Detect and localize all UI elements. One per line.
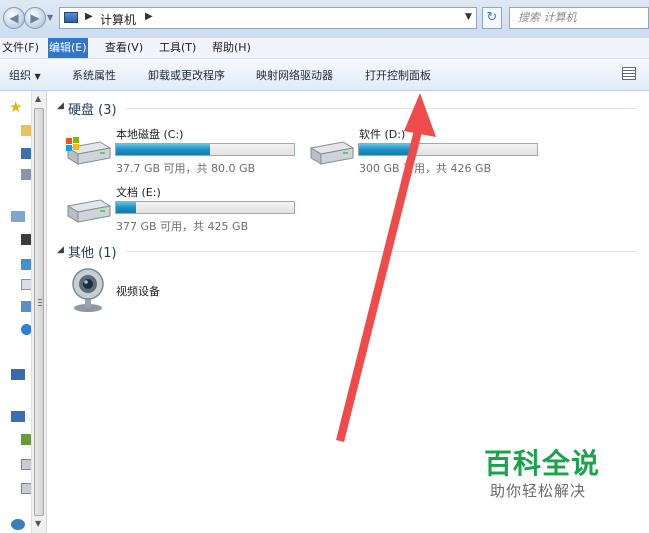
watermark-subtitle: 助你轻松解决 bbox=[490, 482, 587, 500]
annotation-arrow-shaft bbox=[336, 126, 423, 442]
watermark-title: 百科全说 bbox=[484, 447, 601, 480]
annotation-arrow-head bbox=[404, 93, 436, 137]
watermark: 百科全说 助你轻松解决 bbox=[460, 430, 622, 508]
